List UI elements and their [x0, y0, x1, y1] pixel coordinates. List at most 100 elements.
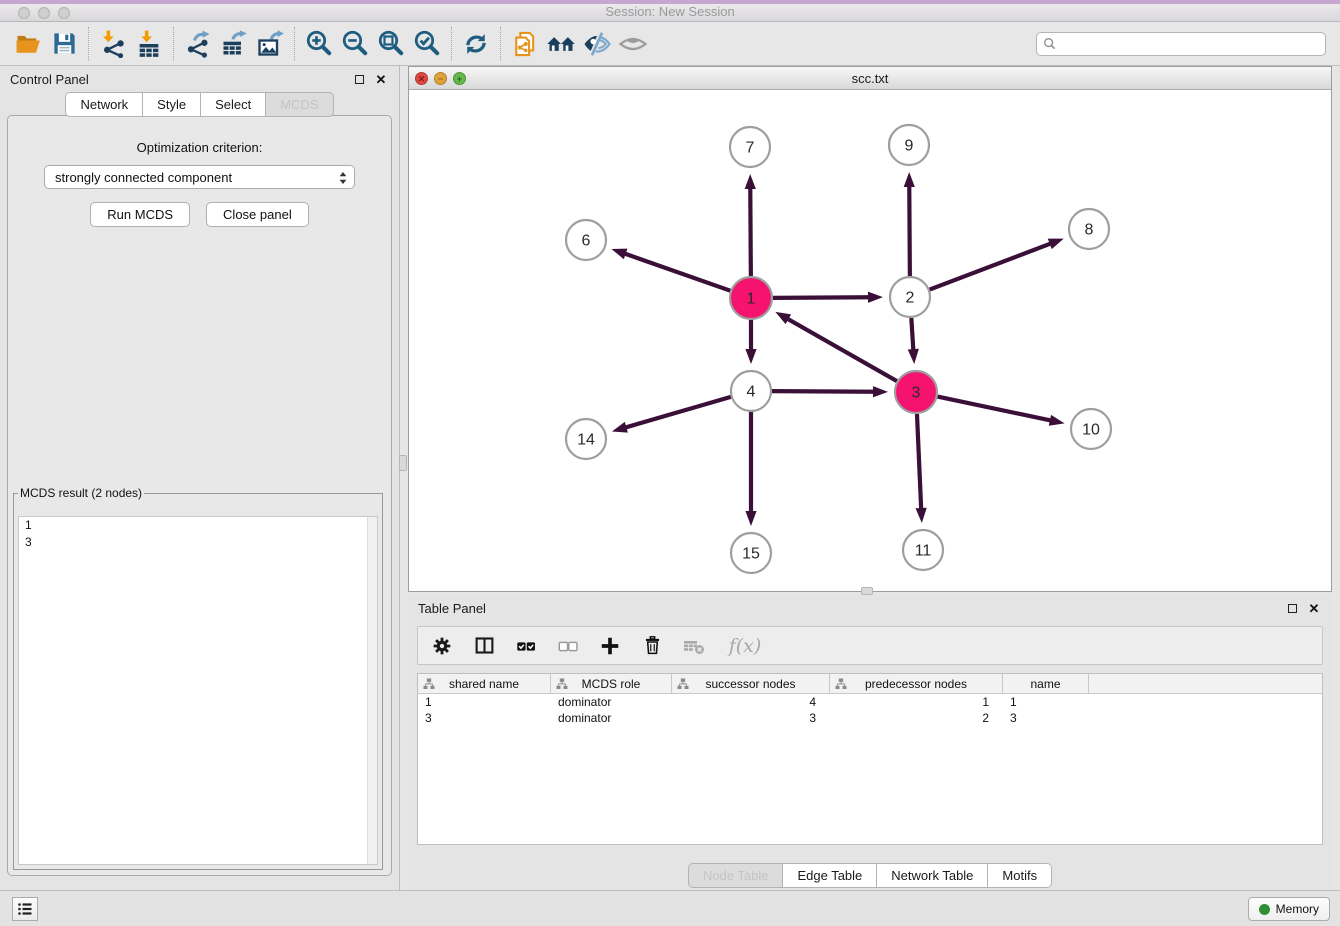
window-titlebar: Session: New Session: [0, 0, 1340, 22]
cell-name: 3: [1003, 710, 1089, 726]
graph-node-10[interactable]: 10: [1071, 409, 1111, 449]
edge-4-3[interactable]: [772, 391, 875, 392]
mcds-result-item: 3: [19, 534, 377, 551]
column-header-MCDS-role[interactable]: MCDS role: [551, 674, 672, 693]
edge-2-8[interactable]: [930, 243, 1052, 289]
edge-3-10[interactable]: [938, 397, 1052, 421]
clone-network-icon[interactable]: [507, 26, 543, 62]
table-panel-float-button[interactable]: [1284, 600, 1300, 616]
horizontal-splitter-handle[interactable]: [861, 587, 873, 595]
column-header-name[interactable]: name: [1003, 674, 1089, 693]
edge-arrowhead: [908, 349, 919, 364]
add-row-icon[interactable]: [598, 634, 622, 658]
edge-2-3[interactable]: [911, 318, 913, 351]
edge-1-6[interactable]: [624, 253, 731, 290]
edge-arrowhead: [611, 249, 627, 260]
edge-1-7[interactable]: [750, 187, 751, 276]
edge-1-2[interactable]: [773, 297, 870, 298]
mcds-result-list[interactable]: 13: [18, 516, 378, 865]
export-table-icon[interactable]: [216, 26, 252, 62]
edge-3-11[interactable]: [917, 414, 921, 510]
edge-3-1[interactable]: [787, 318, 897, 381]
graph-node-2[interactable]: 2: [890, 277, 930, 317]
tab-motifs[interactable]: Motifs: [988, 863, 1052, 888]
show-columns-icon[interactable]: [472, 634, 496, 658]
network-window-titlebar[interactable]: ✕ − + scc.txt: [409, 67, 1331, 90]
fx-label: f(x): [729, 635, 762, 657]
table-row[interactable]: 3dominator323: [418, 710, 1322, 726]
column-label: MCDS role: [582, 677, 641, 691]
edge-arrowhead: [612, 422, 628, 433]
zoom-out-icon[interactable]: [337, 26, 373, 62]
tab-network-table[interactable]: Network Table: [877, 863, 988, 888]
first-neighbors-icon[interactable]: [543, 26, 579, 62]
result-scrollbar[interactable]: [367, 517, 377, 864]
cell-name: 1: [1003, 694, 1089, 710]
tab-select[interactable]: Select: [201, 92, 266, 117]
network-canvas[interactable]: 1 2 3 4 6 7 8 9 10 11 14 15: [409, 90, 1331, 591]
graph-node-9[interactable]: 9: [889, 125, 929, 165]
edge-4-14[interactable]: [624, 397, 730, 428]
zoom-in-icon[interactable]: [301, 26, 337, 62]
control-panel-close-button[interactable]: ✕: [373, 71, 389, 87]
graph-node-6[interactable]: 6: [566, 220, 606, 260]
column-header-predecessor-nodes[interactable]: predecessor nodes: [830, 674, 1003, 693]
import-table-icon[interactable]: [131, 26, 167, 62]
toolbar-separator: [500, 27, 501, 61]
cell-successor-nodes: 3: [672, 710, 830, 726]
graph-node-7[interactable]: 7: [730, 127, 770, 167]
export-image-icon[interactable]: [252, 26, 288, 62]
graph-node-8[interactable]: 8: [1069, 209, 1109, 249]
show-commands-button[interactable]: [12, 897, 38, 921]
control-panel-tabs: NetworkStyleSelectMCDS: [0, 92, 399, 117]
close-panel-button[interactable]: Close panel: [206, 202, 309, 227]
memory-button[interactable]: Memory: [1248, 897, 1330, 921]
tab-network[interactable]: Network: [65, 92, 143, 117]
import-network-icon[interactable]: [95, 26, 131, 62]
zoom-fit-icon[interactable]: [373, 26, 409, 62]
cell-predecessor-nodes: 1: [830, 694, 1003, 710]
tab-style[interactable]: Style: [143, 92, 201, 117]
deselect-all-icon[interactable]: [556, 634, 580, 658]
control-panel-float-button[interactable]: [351, 71, 367, 87]
export-network-icon[interactable]: [180, 26, 216, 62]
delete-row-icon[interactable]: [640, 634, 664, 658]
apply-layout-icon[interactable]: [458, 26, 494, 62]
network-graph[interactable]: 1 2 3 4 6 7 8 9 10 11 14 15: [409, 90, 1331, 591]
search-input[interactable]: [1036, 32, 1326, 56]
function-builder-icon[interactable]: f(x): [724, 634, 766, 658]
optimization-criterion-select[interactable]: strongly connected component: [44, 165, 355, 189]
tab-mcds[interactable]: MCDS: [266, 92, 333, 117]
network-view-window: ✕ − + scc.txt 1 2 3 4 6 7 8 9 10 11 14 15: [408, 66, 1332, 592]
node-label: 7: [746, 140, 755, 157]
graph-node-4[interactable]: 4: [731, 371, 771, 411]
open-session-icon[interactable]: [10, 26, 46, 62]
run-mcds-button[interactable]: Run MCDS: [90, 202, 190, 227]
select-all-icon[interactable]: [514, 634, 538, 658]
zoom-selected-icon[interactable]: [409, 26, 445, 62]
table-settings-icon[interactable]: [430, 634, 454, 658]
graph-node-14[interactable]: 14: [566, 419, 606, 459]
column-header-shared-name[interactable]: shared name: [418, 674, 551, 693]
graph-node-11[interactable]: 11: [903, 530, 943, 570]
node-table[interactable]: shared name MCDS role successor nodesprede…: [417, 673, 1323, 845]
edge-2-9[interactable]: [909, 185, 910, 276]
column-header-successor-nodes[interactable]: successor nodes: [672, 674, 830, 693]
hide-graphics-details-icon[interactable]: [579, 26, 615, 62]
graph-node-1[interactable]: 1: [730, 277, 772, 319]
cell-predecessor-nodes: 2: [830, 710, 1003, 726]
table-panel-close-button[interactable]: ✕: [1306, 600, 1322, 616]
node-label: 3: [912, 385, 921, 402]
destroy-table-icon[interactable]: [682, 634, 706, 658]
tab-node-table[interactable]: Node Table: [688, 863, 784, 888]
control-panel: Control Panel ✕ NetworkStyleSelectMCDS O…: [0, 66, 400, 890]
graph-node-15[interactable]: 15: [731, 533, 771, 573]
table-row[interactable]: 1dominator411: [418, 694, 1322, 710]
show-graphics-details-icon[interactable]: [615, 26, 651, 62]
vertical-splitter-handle[interactable]: [399, 455, 407, 471]
save-session-icon[interactable]: [46, 26, 82, 62]
graph-node-3[interactable]: 3: [895, 371, 937, 413]
column-label: shared name: [449, 677, 519, 691]
mcds-tab-panel: Optimization criterion: strongly connect…: [7, 115, 392, 876]
tab-edge-table[interactable]: Edge Table: [783, 863, 877, 888]
